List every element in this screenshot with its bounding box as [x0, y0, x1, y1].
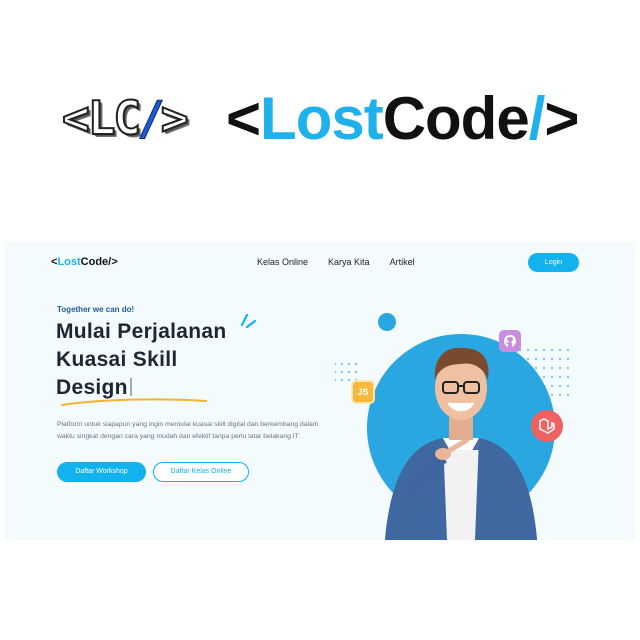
brand-mark-slash: / [137, 91, 166, 145]
login-button[interactable]: Login [528, 253, 579, 272]
navbar: <LostCode/> Kelas Online Karya Kita Arti… [5, 242, 635, 284]
js-icon: JS [351, 380, 375, 404]
git-icon [499, 330, 521, 352]
brand-wordmark: < Lost Code / > [226, 84, 579, 154]
hero-title-line1: Mulai Perjalanan [56, 320, 227, 343]
hero-title: Mulai Perjalanan Kuasai Skill Design [56, 318, 227, 402]
brand-word-slash: / [528, 85, 546, 152]
laravel-icon-glyph [539, 418, 555, 434]
brand-word-lost: Lost [260, 85, 384, 152]
brand-word-close: > [544, 85, 579, 152]
nav-link-karya-kita[interactable]: Karya Kita [328, 257, 370, 267]
git-icon-glyph [504, 335, 516, 347]
title-underline [61, 398, 207, 406]
nav-link-kelas-online[interactable]: Kelas Online [257, 257, 308, 267]
nav-logo-lost: Lost [57, 256, 81, 268]
brand-mark-open: < [61, 91, 91, 145]
nav-link-artikel[interactable]: Artikel [390, 257, 415, 267]
brand-header: < LC / > < Lost Code / > [0, 78, 640, 158]
hero-description: Platform untuk siapapun yang ingin memul… [57, 421, 319, 440]
hero-person-graphic [333, 313, 570, 540]
nav-logo-close: /> [108, 256, 118, 268]
website-preview: <LostCode/> Kelas Online Karya Kita Arti… [5, 242, 635, 540]
laravel-icon [531, 410, 563, 442]
sparkle-icon [240, 313, 257, 329]
brand-mark-close: > [160, 91, 190, 145]
brand-mark-text: LC [87, 91, 142, 145]
hero-title-line2: Kuasai Skill [56, 348, 178, 371]
hero-illustration: JS [333, 302, 605, 540]
brand-word-open: < [226, 85, 261, 152]
nav-logo[interactable]: <LostCode/> [51, 256, 118, 268]
hero-tagline: Together we can do! [57, 305, 135, 314]
typing-cursor [129, 378, 132, 396]
nav-links: Kelas Online Karya Kita Artikel [257, 257, 415, 267]
brand-mark-logo: < LC / > [61, 91, 190, 145]
daftar-workshop-button[interactable]: Daftar Workshop [57, 462, 146, 482]
js-icon-label: JS [357, 387, 369, 397]
brand-word-code: Code [382, 85, 530, 152]
nav-logo-code: Code [80, 256, 109, 268]
daftar-kelas-online-button[interactable]: Daftar Kelas Online [153, 462, 249, 482]
